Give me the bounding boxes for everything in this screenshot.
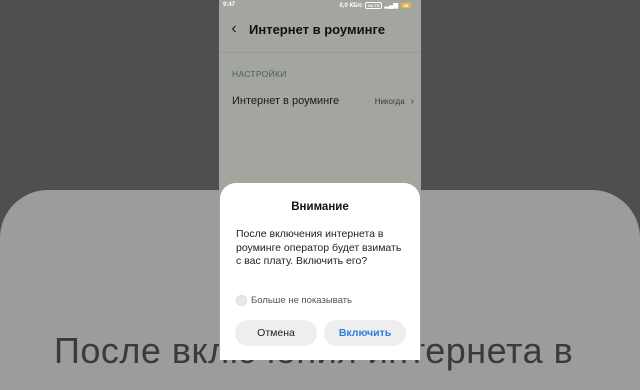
page-title: Интернет в роуминге: [249, 21, 386, 37]
volte-icon: VoLTE: [365, 2, 382, 9]
dialog-title: Внимание: [291, 201, 349, 213]
status-indicators: 0,0 КБ/с VoLTE ▂▄▆ 35: [339, 2, 411, 9]
dont-show-again-checkbox[interactable]: [236, 295, 247, 306]
header-divider: [219, 52, 421, 53]
section-label: НАСТРОЙКИ: [232, 69, 287, 79]
signal-icon: ▂▄▆: [384, 3, 398, 9]
chevron-left-icon[interactable]: ‹: [219, 14, 249, 44]
dont-show-again-option[interactable]: Больше не показывать: [236, 295, 352, 306]
setting-value-wrap: Никогда ›: [375, 96, 414, 107]
dont-show-again-label: Больше не показывать: [251, 295, 352, 306]
chevron-right-icon: ›: [410, 95, 414, 107]
dialog-message: После включения интернета в роуминге опе…: [236, 228, 402, 267]
setting-value: Никогда: [374, 96, 405, 106]
cancel-button[interactable]: Отмена: [235, 320, 317, 346]
setting-label: Интернет в роуминге: [232, 95, 340, 107]
roaming-setting-row[interactable]: Интернет в роуминге Никогда ›: [232, 90, 414, 112]
app-header: ‹ Интернет в роуминге: [219, 14, 421, 44]
battery-icon: 35: [401, 3, 411, 8]
phone-screen: 9:47 0,0 КБ/с VoLTE ▂▄▆ 35 ‹ Интернет в …: [219, 0, 421, 360]
status-bar: 9:47 0,0 КБ/с VoLTE ▂▄▆ 35: [219, 0, 421, 12]
status-time: 9:47: [223, 2, 236, 8]
enable-button[interactable]: Включить: [324, 320, 406, 346]
network-speed: 0,0 КБ/с: [339, 2, 363, 9]
warning-dialog: Внимание После включения интернета в роу…: [220, 183, 420, 360]
